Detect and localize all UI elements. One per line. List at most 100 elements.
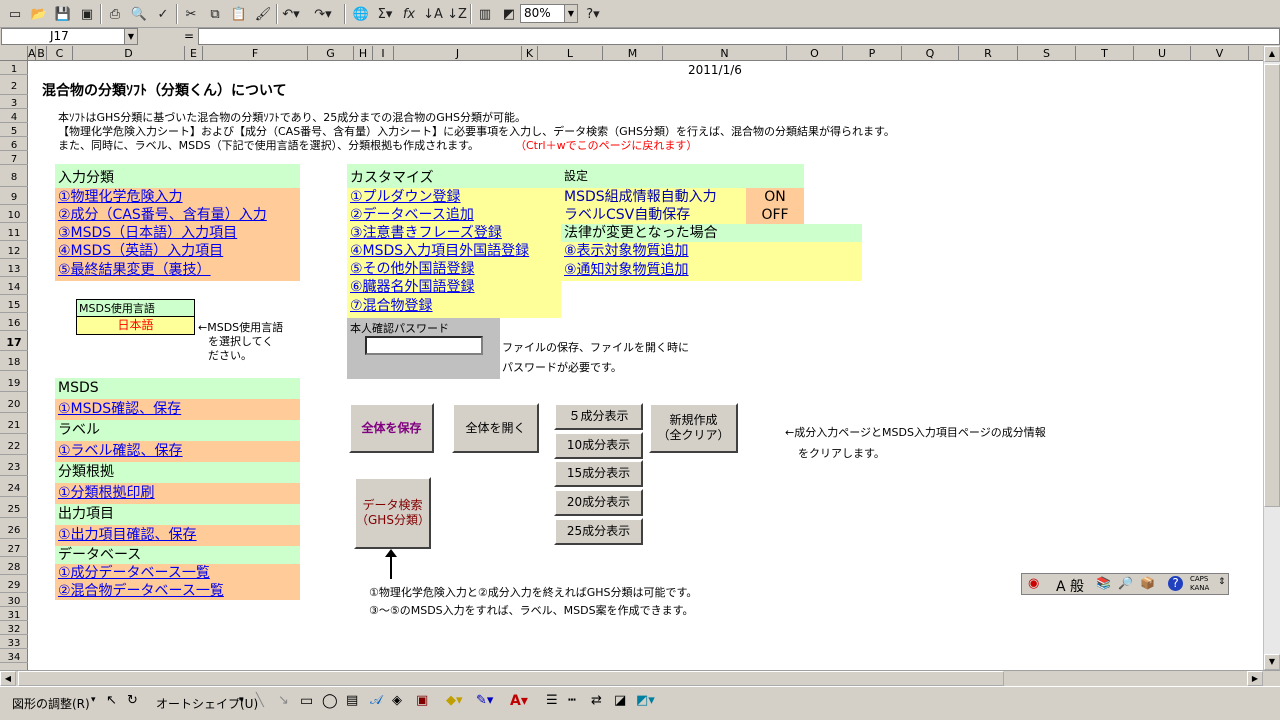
link-organ-foreign[interactable]: ⑥臓器名外国語登録 — [347, 278, 475, 296]
arrow-style-icon[interactable]: ⇄ — [591, 693, 602, 708]
link-final-result-change[interactable]: ⑤最終結果変更（裏技） — [55, 260, 300, 281]
link-notify-substance-add[interactable]: ⑨通知対象物質追加 — [561, 260, 862, 281]
ime-help-icon[interactable]: ? — [1168, 576, 1183, 591]
row-header-28[interactable]: 28 — [0, 557, 28, 575]
row-header-19[interactable]: 19 — [0, 371, 28, 392]
row-header-25[interactable]: 25 — [0, 497, 28, 518]
link-component-input[interactable]: ②成分（CAS番号、含有量）入力 — [55, 206, 300, 224]
link-mixture-database[interactable]: ②混合物データベース一覧 — [55, 582, 300, 600]
column-header-o[interactable]: O — [787, 46, 843, 61]
copy-icon[interactable]: ⧉ — [204, 3, 226, 25]
zoom-select[interactable]: 80% ▼ — [520, 4, 578, 23]
horizontal-scroll-thumb[interactable] — [18, 671, 1004, 686]
column-header-l[interactable]: L — [538, 46, 603, 61]
drawing-icon[interactable]: ◩ — [498, 3, 520, 25]
row-header-5[interactable]: 5 — [0, 123, 28, 137]
select-all-corner[interactable] — [0, 46, 28, 61]
link-display-substance-add[interactable]: ⑧表示対象物質追加 — [561, 242, 862, 260]
row-header-15[interactable]: 15 — [0, 295, 28, 313]
show-15-components-button[interactable]: 15成分表示 — [554, 460, 643, 487]
column-header-s[interactable]: S — [1018, 46, 1076, 61]
line-color-icon[interactable]: ✎▾ — [476, 693, 493, 708]
save-icon[interactable]: 💾 — [52, 3, 74, 25]
row-header-4[interactable]: 4 — [0, 109, 28, 123]
fill-color-icon[interactable]: ◆▾ — [446, 693, 463, 708]
ime-mode[interactable]: A 般 — [1056, 576, 1084, 596]
line-style-icon[interactable]: ☰ — [546, 693, 558, 708]
autosum-icon[interactable]: Σ▾ — [374, 3, 396, 25]
row-header-21[interactable]: 21 — [0, 413, 28, 434]
vertical-scrollbar[interactable]: ▲ ▼ — [1263, 46, 1280, 670]
column-header-c[interactable]: C — [47, 46, 73, 61]
setting-msds-auto-value[interactable]: ON — [746, 188, 804, 206]
ime-options-icon[interactable]: ⇕ — [1218, 577, 1226, 587]
row-header-23[interactable]: 23 — [0, 455, 28, 476]
column-header-i[interactable]: I — [373, 46, 394, 61]
new-icon[interactable]: ▭ — [4, 3, 26, 25]
oval-icon[interactable]: ◯ — [322, 693, 338, 709]
save-all-button[interactable]: 全体を保存 — [349, 403, 434, 453]
print-preview-icon[interactable]: 🔍 — [128, 3, 150, 25]
row-header-22[interactable]: 22 — [0, 434, 28, 455]
show-20-components-button[interactable]: 20成分表示 — [554, 489, 643, 516]
scroll-left-icon[interactable]: ◀ — [0, 671, 16, 686]
textbox-icon[interactable]: ▤ — [346, 693, 358, 708]
link-basis-print[interactable]: ①分類根拠印刷 — [55, 483, 300, 504]
ime-dictionary-icon[interactable]: 📦 — [1140, 576, 1155, 590]
row-header-17[interactable]: 17 — [0, 331, 28, 351]
cut-icon[interactable]: ✂ — [180, 3, 202, 25]
row-header-7[interactable]: 7 — [0, 151, 28, 165]
column-header-h[interactable]: H — [354, 46, 373, 61]
help-icon[interactable]: ?▾ — [582, 3, 604, 25]
link-output-confirm-save[interactable]: ①出力項目確認、保存 — [55, 525, 300, 546]
row-header-13[interactable]: 13 — [0, 259, 28, 277]
column-header-k[interactable]: K — [522, 46, 538, 61]
free-rotate-icon[interactable]: ↻ — [127, 693, 138, 708]
scroll-up-icon[interactable]: ▲ — [1264, 46, 1280, 62]
spelling-icon[interactable]: ✓ — [152, 3, 174, 25]
chevron-down-icon[interactable]: ▼ — [124, 29, 137, 44]
column-header-m[interactable]: M — [603, 46, 663, 61]
show-25-components-button[interactable]: 25成分表示 — [554, 518, 643, 545]
link-msds-foreign[interactable]: ④MSDS入力項目外国語登録 — [347, 242, 529, 260]
shadow-style-icon[interactable]: ◪ — [614, 693, 626, 708]
row-header-31[interactable]: 31 — [0, 607, 28, 621]
clipart-icon[interactable]: ▣ — [416, 693, 428, 708]
column-header-d[interactable]: D — [73, 46, 185, 61]
setting-label-csv-value[interactable]: OFF — [746, 206, 804, 224]
link-database-add[interactable]: ②データベース追加 — [347, 206, 474, 224]
row-header-18[interactable]: 18 — [0, 351, 28, 371]
column-header-b[interactable]: B — [36, 46, 47, 61]
column-header-p[interactable]: P — [843, 46, 902, 61]
link-component-database[interactable]: ①成分データベース一覧 — [55, 564, 300, 582]
function-icon[interactable]: fx — [398, 3, 420, 25]
column-header-e[interactable]: E — [185, 46, 203, 61]
column-header-r[interactable]: R — [959, 46, 1018, 61]
paste-icon[interactable]: 📋 — [228, 3, 250, 25]
row-header-24[interactable]: 24 — [0, 476, 28, 497]
link-physical-hazard-input[interactable]: ①物理化学危険入力 — [55, 188, 300, 206]
row-header-26[interactable]: 26 — [0, 518, 28, 539]
show-10-components-button[interactable]: 10成分表示 — [554, 432, 643, 459]
column-header-t[interactable]: T — [1076, 46, 1134, 61]
row-header-32[interactable]: 32 — [0, 621, 28, 635]
line-icon[interactable]: ╲ — [256, 693, 264, 708]
horizontal-scrollbar[interactable]: ◀ ▶ — [0, 670, 1280, 686]
row-header-9[interactable]: 9 — [0, 187, 28, 205]
chart-wizard-icon[interactable]: ▥ — [474, 3, 496, 25]
wordart-icon[interactable]: 𝒜 — [370, 693, 382, 708]
chevron-down-icon[interactable]: ▾ — [239, 695, 244, 705]
link-mixture-register[interactable]: ⑦混合物登録 — [347, 296, 433, 316]
undo-icon[interactable]: ↶▾ — [280, 3, 302, 25]
scroll-down-icon[interactable]: ▼ — [1264, 654, 1280, 670]
row-header-14[interactable]: 14 — [0, 277, 28, 295]
column-header-u[interactable]: U — [1134, 46, 1191, 61]
link-other-foreign[interactable]: ⑤その他外国語登録 — [347, 260, 475, 278]
scroll-right-icon[interactable]: ▶ — [1247, 671, 1263, 686]
column-header-a[interactable]: A — [28, 46, 36, 61]
sort-ascending-icon[interactable]: ↓A — [422, 3, 444, 25]
link-msds-english[interactable]: ④MSDS（英語）入力項目 — [55, 242, 300, 260]
vertical-scroll-thumb[interactable] — [1264, 64, 1280, 507]
row-header-12[interactable]: 12 — [0, 241, 28, 259]
row-header-30[interactable]: 30 — [0, 593, 28, 607]
